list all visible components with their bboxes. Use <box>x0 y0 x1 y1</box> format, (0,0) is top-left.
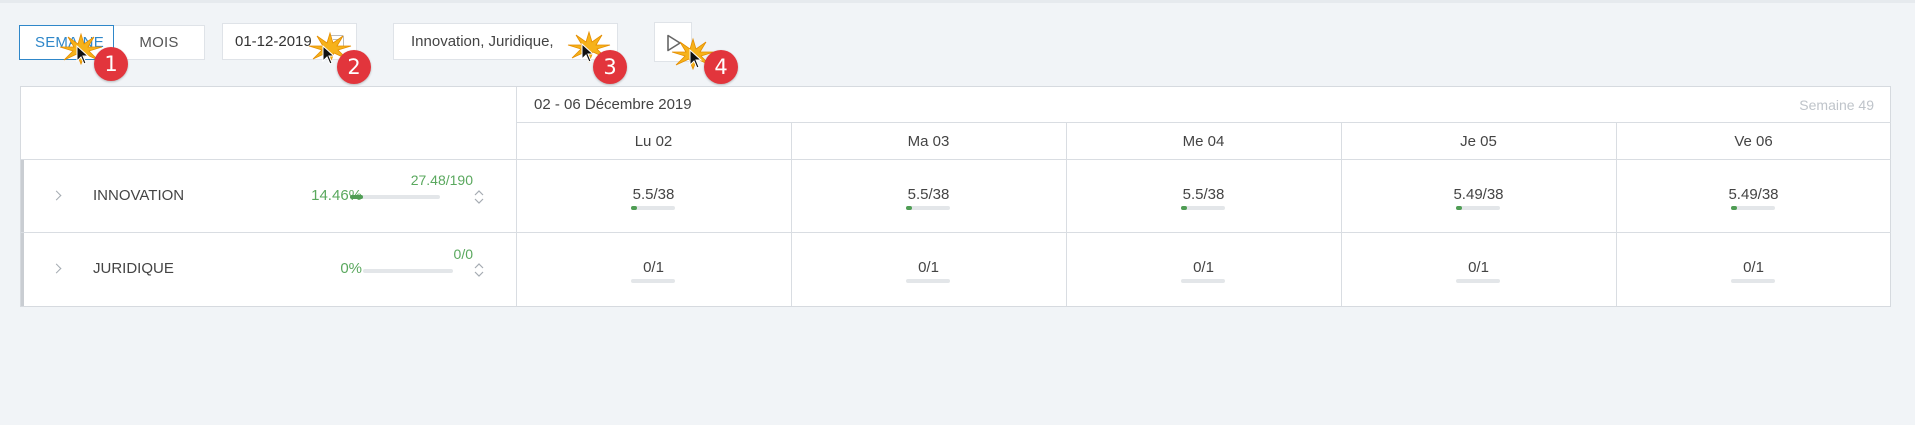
day-cell-value: 0/1 <box>1743 259 1764 276</box>
team-progress-bar <box>363 269 453 273</box>
day-cell-value: 5.49/38 <box>1728 186 1779 203</box>
team-progress-fill <box>350 195 363 199</box>
team-progress-bar <box>350 195 440 199</box>
day-cell-value: 0/1 <box>918 259 939 276</box>
day-cell-value: 0/1 <box>643 259 664 276</box>
team-percent: 0% <box>340 260 362 277</box>
divider <box>516 122 1891 123</box>
cursor-icon <box>689 49 703 69</box>
step-marker: 3 <box>593 50 627 84</box>
day-cell-bar <box>1731 279 1775 283</box>
week-title: 02 - 06 Décembre 2019 <box>534 96 692 113</box>
day-cell-bar <box>631 279 675 283</box>
day-header: Lu 02 <box>634 133 673 150</box>
day-cell-value: 5.5/38 <box>907 186 950 203</box>
cursor-icon <box>76 45 90 65</box>
day-cell-fill <box>631 206 638 210</box>
team-ratio: 0/0 <box>453 246 473 262</box>
day-cell-bar <box>1456 279 1500 283</box>
step-marker: 4 <box>704 50 738 84</box>
day-cell-bar <box>906 206 950 210</box>
day-cell-bar <box>1181 279 1225 283</box>
day-cell-bar <box>906 279 950 283</box>
month-view-button[interactable]: MOIS <box>114 25 205 60</box>
day-header: Me 04 <box>1182 133 1225 150</box>
day-cell-bar <box>1456 206 1500 210</box>
divider <box>21 159 1891 160</box>
step-marker: 1 <box>94 47 128 81</box>
day-cell-fill <box>1181 206 1188 210</box>
team-filter-value: Innovation, Juridique, <box>411 33 554 50</box>
day-cell-bar <box>631 206 675 210</box>
cursor-icon <box>322 45 336 65</box>
day-cell-bar <box>1731 206 1775 210</box>
cursor-icon <box>581 43 595 63</box>
row-accent <box>21 160 24 232</box>
day-header: Ma 03 <box>907 133 950 150</box>
day-cell-fill <box>906 206 913 210</box>
team-name: INNOVATION <box>93 187 185 204</box>
day-header: Je 05 <box>1460 133 1497 150</box>
day-cell-value: 5.49/38 <box>1453 186 1504 203</box>
team-name: JURIDIQUE <box>93 260 174 277</box>
day-cell-value: 0/1 <box>1468 259 1489 276</box>
row-accent <box>21 233 24 306</box>
day-cell-value: 5.5/38 <box>1182 186 1225 203</box>
team-ratio: 27.48/190 <box>410 172 473 188</box>
planning-table: 02 - 06 Décembre 2019 Semaine 49 Lu 02 M… <box>20 86 1891 307</box>
sort-icon[interactable] <box>474 260 484 280</box>
week-number: Semaine 49 <box>1799 97 1874 113</box>
day-cell-bar <box>1181 206 1225 210</box>
day-cell-fill <box>1456 206 1463 210</box>
sort-icon[interactable] <box>474 187 484 207</box>
day-cell-value: 0/1 <box>1193 259 1214 276</box>
step-marker: 2 <box>337 50 371 84</box>
day-header: Ve 06 <box>1734 133 1773 150</box>
date-value: 01-12-2019 <box>235 33 312 50</box>
top-divider <box>0 0 1915 3</box>
day-cell-value: 5.5/38 <box>632 186 675 203</box>
divider <box>21 232 1891 233</box>
chevron-right-icon[interactable] <box>51 263 62 274</box>
chevron-right-icon[interactable] <box>51 190 62 201</box>
day-cell-fill <box>1731 206 1738 210</box>
